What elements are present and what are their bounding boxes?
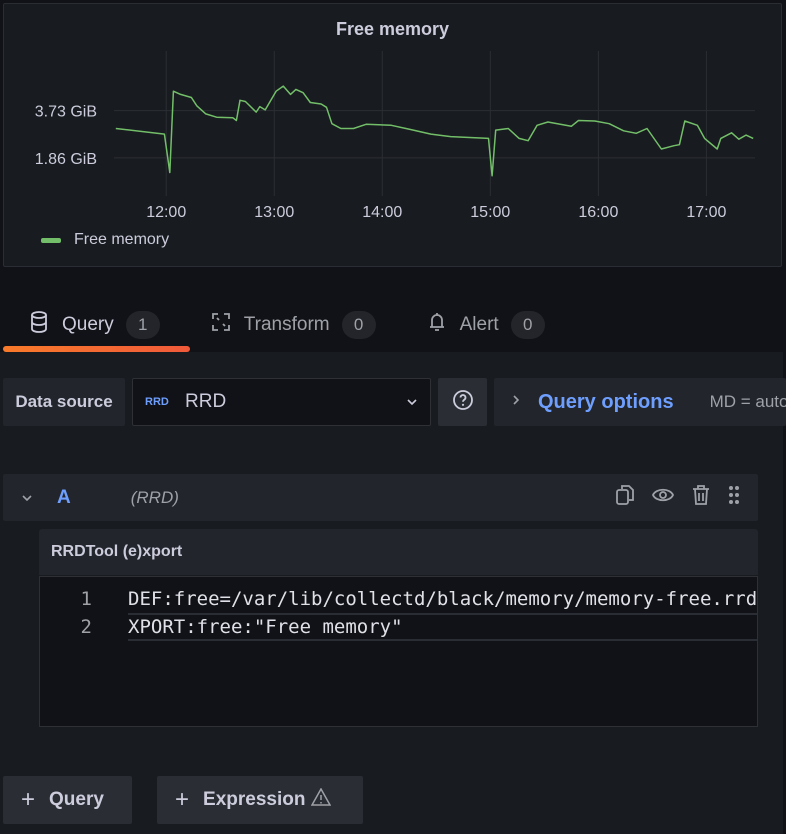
code-line: 2 XPORT:free:"Free memory" (40, 613, 757, 641)
transform-icon (210, 312, 232, 338)
tab-label: Alert (459, 314, 499, 335)
question-circle-icon (452, 389, 474, 416)
y-tick-label: 3.73 GiB (35, 104, 97, 121)
bell-icon (426, 311, 448, 339)
drag-handle-icon[interactable] (728, 485, 740, 510)
datasource-select[interactable]: RRD RRD (132, 378, 431, 426)
tab-transform[interactable]: Transform 0 (182, 308, 376, 342)
rrd-logo: RRD (145, 396, 169, 408)
tab-count-badge: 0 (510, 311, 545, 339)
x-tick-label: 14:00 (362, 204, 402, 221)
query-ref-id[interactable]: A (57, 487, 71, 509)
graph-panel: Free memory 12:00 13:00 14:00 15:00 16:00 17:… (3, 3, 782, 267)
tab-query[interactable]: Query 1 (0, 308, 160, 342)
database-icon (28, 311, 50, 339)
active-tab-indicator (3, 346, 190, 352)
chevron-right-icon (512, 393, 520, 411)
query-row-header[interactable]: A (RRD) (3, 474, 758, 521)
query-options-summary: MD = auto (709, 392, 786, 411)
duplicate-icon[interactable] (616, 484, 634, 511)
editor-title: RRDTool (e)xport (39, 529, 758, 575)
code-text[interactable]: XPORT:free:"Free memory" (128, 616, 403, 638)
code-line: 1 DEF:free=/var/lib/collectd/black/memor… (40, 585, 757, 613)
tab-count-badge: 0 (341, 311, 376, 339)
plus-icon: + (175, 786, 190, 813)
datasource-value: RRD (185, 391, 227, 412)
tab-alert[interactable]: Alert 0 (398, 308, 545, 342)
add-expression-button[interactable]: + Expression (157, 776, 363, 824)
eye-icon[interactable] (652, 487, 674, 508)
plus-icon: + (21, 786, 36, 813)
trash-icon[interactable] (692, 484, 710, 511)
tab-count-badge: 1 (125, 311, 160, 339)
legend-item[interactable]: Free memory (41, 231, 169, 249)
warning-icon (311, 787, 332, 812)
query-options-label: Query options (538, 390, 674, 413)
x-tick-label: 17:00 (686, 204, 726, 221)
code-editor[interactable]: 1 DEF:free=/var/lib/collectd/black/memor… (39, 576, 758, 727)
legend-swatch (41, 237, 61, 243)
add-query-button[interactable]: + Query (3, 776, 132, 824)
line-number: 2 (80, 616, 92, 638)
button-label: Query (49, 789, 104, 810)
query-options-toggle[interactable]: Query options MD = auto (494, 378, 786, 426)
line-number: 1 (80, 588, 92, 610)
y-tick-label: 1.86 GiB (35, 151, 97, 168)
collapse-chevron-icon[interactable] (21, 489, 33, 507)
query-datasource-name: (RRD) (130, 487, 179, 507)
tab-label: Transform (243, 314, 330, 335)
help-button[interactable] (438, 378, 487, 426)
x-tick-label: 13:00 (254, 204, 294, 221)
chevron-down-icon (406, 393, 418, 411)
x-tick-label: 16:00 (578, 204, 618, 221)
code-text[interactable]: DEF:free=/var/lib/collectd/black/memory/… (128, 588, 757, 610)
series-line-free-memory (115, 85, 754, 177)
tab-label: Query (62, 314, 114, 335)
time-series-chart: 12:00 13:00 14:00 15:00 16:00 17:00 3.73 GiB 1.… (35, 51, 755, 221)
button-label: Expression (203, 789, 306, 810)
datasource-label: Data source (3, 378, 125, 426)
x-tick-label: 12:00 (146, 204, 186, 221)
x-tick-label: 15:00 (470, 204, 510, 221)
legend-label: Free memory (74, 231, 170, 248)
